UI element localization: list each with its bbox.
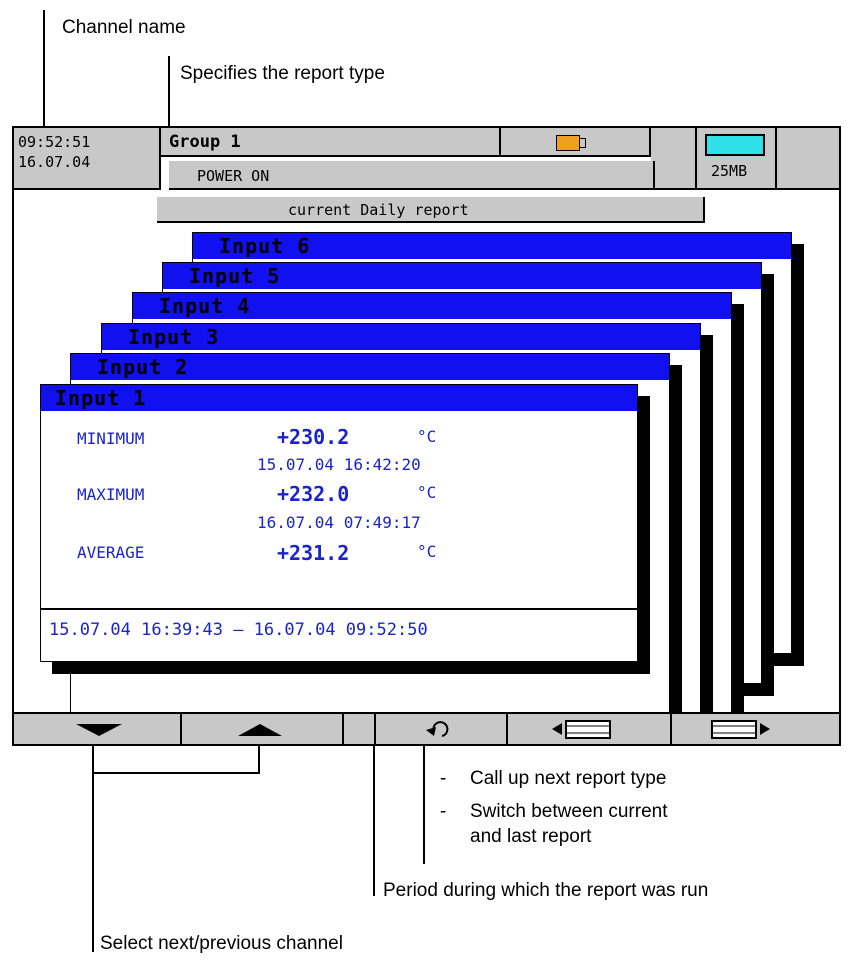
date-label: 16.07.04 — [18, 153, 91, 171]
spacer-box — [651, 128, 697, 190]
minimum-unit: °C — [417, 427, 437, 446]
group-box: Group 1 — [161, 128, 501, 157]
leader-line-report-button — [423, 732, 425, 864]
annotation-dash: - — [440, 801, 447, 822]
annotation-next-report: Call up next report type — [470, 768, 667, 789]
battery-tip — [580, 138, 586, 148]
blank-key[interactable] — [344, 714, 376, 744]
report-type-box: current Daily report — [157, 197, 705, 223]
maximum-unit: °C — [417, 483, 437, 502]
memory-box: 25MB — [697, 128, 777, 190]
softkey-bar — [14, 712, 839, 744]
average-value: +231.2 — [277, 541, 350, 565]
time-label: 09:52:51 — [18, 133, 91, 151]
divider — [41, 608, 637, 610]
memory-label: 25MB — [711, 162, 748, 180]
annotation-select-channel: Select next/previous channel — [100, 933, 343, 954]
minimum-time: 15.07.04 16:42:20 — [257, 455, 421, 474]
average-unit: °C — [417, 542, 437, 561]
channel-title: Input 2 — [71, 354, 669, 380]
previous-page-icon — [552, 720, 611, 739]
channel-title: Input 6 — [193, 233, 791, 259]
status-label: POWER ON — [197, 167, 270, 185]
annotation-report-type: Specifies the report type — [180, 63, 385, 84]
minimum-label: MINIMUM — [77, 429, 145, 448]
memory-card-icon — [705, 134, 765, 156]
annotation-switch-line1: Switch between current — [470, 801, 668, 822]
down-button[interactable] — [14, 714, 182, 744]
channel-title: Input 4 — [133, 293, 731, 319]
datetime-box: 09:52:51 16.07.04 — [14, 128, 161, 190]
annotation-channel-name: Channel name — [62, 17, 186, 38]
status-box: POWER ON — [169, 161, 655, 190]
report-type-button[interactable] — [376, 714, 508, 744]
annotation-period: Period during which the report was run — [383, 880, 709, 901]
minimum-value: +230.2 — [277, 425, 350, 449]
maximum-label: MAXIMUM — [77, 485, 145, 504]
report-type-icon — [426, 721, 449, 737]
battery-box — [501, 128, 651, 157]
maximum-value: +232.0 — [277, 482, 350, 506]
battery-icon — [556, 135, 580, 151]
device-screen: 09:52:51 16.07.04 Group 1 25MB POWER ON … — [12, 126, 841, 746]
up-arrow-icon — [238, 724, 282, 736]
channel-card-active[interactable]: Input 1 MINIMUM +230.2 °C 15.07.04 16:42… — [40, 384, 638, 662]
channel-title: Input 1 — [41, 385, 637, 411]
next-page-button[interactable] — [672, 714, 839, 744]
channel-title: Input 5 — [163, 263, 761, 289]
up-button[interactable] — [182, 714, 344, 744]
next-page-icon — [711, 720, 770, 739]
annotation-switch-line2: and last report — [470, 826, 592, 847]
annotation-dash: - — [440, 768, 447, 789]
down-arrow-icon — [76, 724, 122, 736]
report-period: 15.07.04 16:39:43 — 16.07.04 09:52:50 — [49, 620, 428, 640]
right-box — [777, 128, 839, 190]
channel-title: Input 3 — [102, 324, 700, 350]
average-label: AVERAGE — [77, 543, 145, 562]
previous-page-button[interactable] — [508, 714, 672, 744]
leader-line-select-bar — [92, 772, 260, 774]
group-label: Group 1 — [169, 132, 241, 152]
report-type-label: current Daily report — [288, 201, 469, 219]
maximum-time: 16.07.04 07:49:17 — [257, 513, 421, 532]
